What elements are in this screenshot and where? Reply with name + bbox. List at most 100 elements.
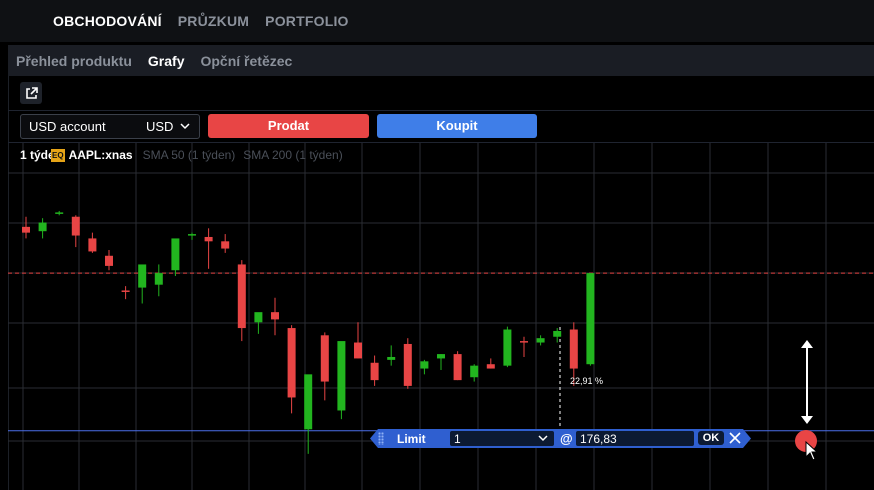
account-select[interactable]: USD account USD: [20, 114, 200, 139]
order-type-label: Limit: [397, 432, 426, 446]
candle-body: [221, 241, 230, 249]
drag-handle[interactable]: [378, 432, 384, 445]
candle: [437, 354, 445, 370]
nav-obchodovani[interactable]: OBCHODOVÁNÍ: [53, 13, 162, 29]
candle-body: [88, 238, 97, 252]
tab-prehled-produktu[interactable]: Přehled produktu: [16, 53, 132, 69]
chevron-down-icon: [180, 123, 190, 130]
candle-body: [154, 273, 163, 285]
top-nav: OBCHODOVÁNÍ PRŮZKUM PORTFOLIO: [53, 13, 349, 29]
cursor-icon: [805, 441, 819, 461]
candle-body: [105, 255, 113, 266]
candle-body: [470, 365, 479, 378]
vertical-arrow-icon: [801, 340, 813, 424]
currency-label: USD: [146, 119, 174, 134]
change-percent-label: 22,91 %: [570, 376, 604, 386]
candle: [354, 322, 362, 359]
tab-opcni-retezec[interactable]: Opční řetězec: [200, 53, 292, 69]
candle-body: [569, 329, 578, 369]
candle-body: [38, 222, 47, 232]
candle: [138, 264, 147, 304]
candle-body: [437, 354, 445, 359]
candle-body: [536, 338, 545, 343]
close-icon[interactable]: [728, 431, 742, 445]
candle: [586, 273, 595, 366]
sell-button[interactable]: Prodat: [208, 114, 369, 138]
equity-badge: EQ: [51, 148, 65, 162]
candle: [337, 341, 346, 420]
candle-body: [71, 216, 80, 236]
candle: [221, 234, 230, 253]
order-ticket[interactable]: Limit 1 @ 176,83 OK: [370, 429, 751, 448]
candle: [171, 238, 180, 277]
quantity-select[interactable]: 1: [450, 431, 554, 446]
account-label: USD account: [29, 119, 106, 134]
candle: [536, 335, 545, 346]
external-link-button[interactable]: [20, 82, 42, 104]
candle-body: [503, 329, 512, 366]
at-symbol: @: [560, 431, 573, 446]
timeframe-label[interactable]: 1 týden: [20, 148, 51, 162]
candle-body: [287, 328, 296, 398]
candle: [188, 232, 196, 240]
candle-body: [387, 356, 396, 360]
candle: [121, 286, 130, 300]
candle-body: [453, 354, 462, 381]
candle: [320, 332, 329, 401]
candle-body: [403, 343, 412, 386]
candle: [470, 364, 479, 382]
candle-body: [121, 290, 130, 292]
candle: [154, 264, 163, 297]
ok-button[interactable]: OK: [698, 431, 724, 445]
nav-pruzkum[interactable]: PRŮZKUM: [178, 13, 249, 29]
candle: [55, 210, 64, 216]
candle: [520, 336, 528, 357]
buy-button[interactable]: Koupit: [377, 114, 537, 138]
candle: [403, 338, 412, 389]
candle: [387, 345, 396, 366]
sub-tabs: Přehled produktu Grafy Opční řetězec: [16, 53, 292, 69]
quantity-value: 1: [454, 432, 461, 446]
candle: [204, 228, 213, 269]
indicator-sma200[interactable]: SMA 200 (1 týden): [243, 148, 342, 162]
candles: [22, 210, 595, 454]
candle-body: [354, 342, 362, 359]
candle-body: [171, 238, 180, 271]
candle-body: [22, 226, 30, 233]
candle: [38, 218, 47, 239]
candle-body: [320, 335, 329, 382]
candle: [287, 325, 296, 414]
nav-portfolio[interactable]: PORTFOLIO: [265, 13, 348, 29]
candle-body: [204, 236, 213, 242]
candle-body: [520, 341, 528, 343]
candle-body: [370, 362, 379, 381]
reference-lines: [8, 272, 874, 432]
limit-price-input[interactable]: 176,83: [576, 431, 694, 446]
candle: [420, 359, 429, 375]
candle-body: [254, 312, 263, 323]
candle-body: [337, 341, 346, 411]
chart-legend: 1 týden EQ AAPL:xnas SMA 50 (1 týden) SM…: [20, 148, 351, 162]
candle: [453, 351, 462, 381]
candle-body: [138, 264, 147, 288]
candle: [486, 358, 495, 369]
candle-body: [188, 234, 196, 236]
indicator-sma50[interactable]: SMA 50 (1 týden): [143, 148, 236, 162]
candle-body: [486, 364, 495, 369]
tab-grafy[interactable]: Grafy: [148, 53, 185, 69]
chevron-down-icon: [538, 435, 548, 442]
symbol-label[interactable]: AAPL:xnas: [69, 148, 133, 162]
candle-body: [55, 212, 64, 214]
candle: [88, 232, 97, 253]
candle-body: [553, 330, 562, 337]
candle-body: [237, 264, 246, 329]
candle-body: [586, 273, 595, 365]
candle: [271, 297, 279, 336]
limit-price-value: 176,83: [580, 432, 617, 446]
candle-body: [271, 312, 279, 320]
candle-body: [304, 374, 313, 430]
external-link-icon: [25, 86, 38, 99]
divider: [8, 110, 874, 111]
candle: [105, 249, 113, 271]
candle: [503, 326, 512, 368]
